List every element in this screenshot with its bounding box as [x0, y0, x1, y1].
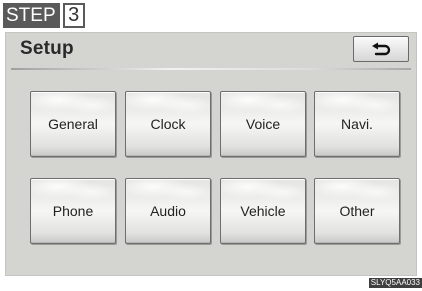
navi-button[interactable]: Navi. [314, 91, 400, 157]
general-button[interactable]: General [30, 91, 116, 157]
voice-button[interactable]: Voice [220, 91, 306, 157]
step-indicator: STEP 3 [3, 3, 85, 28]
vehicle-button[interactable]: Vehicle [220, 178, 306, 244]
other-button[interactable]: Other [314, 178, 400, 244]
screen-title: Setup [20, 38, 74, 59]
figure-code: SLYQ5AA033 [368, 278, 422, 288]
step-number: 3 [62, 3, 85, 28]
phone-button[interactable]: Phone [30, 178, 116, 244]
page: STEP 3 Setup General Clock Voice Navi. P… [0, 0, 422, 291]
back-button[interactable] [353, 36, 409, 62]
header-divider [11, 68, 411, 70]
step-label: STEP [3, 3, 60, 28]
return-arrow-icon [372, 42, 391, 56]
clock-button[interactable]: Clock [125, 91, 211, 157]
audio-button[interactable]: Audio [125, 178, 211, 244]
